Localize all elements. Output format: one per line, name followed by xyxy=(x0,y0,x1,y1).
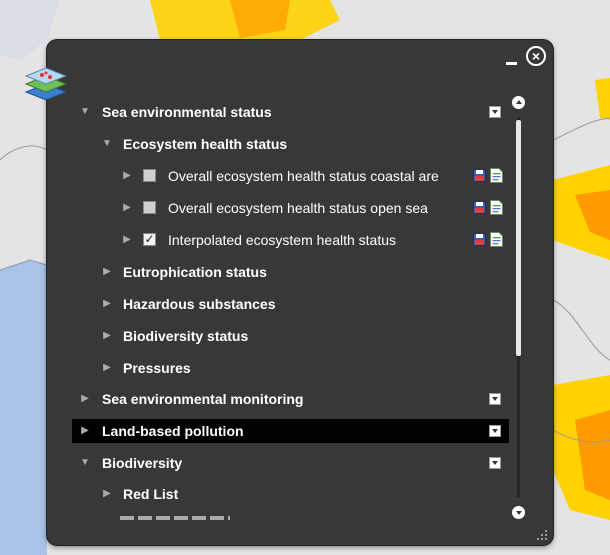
tree-node[interactable]: ▶ Hazardous substances xyxy=(72,292,509,316)
clipped-row xyxy=(120,516,230,520)
tree-node-label: Biodiversity status xyxy=(123,328,249,344)
collapsed-triangle-icon[interactable]: ▶ xyxy=(102,482,112,506)
tree-node[interactable]: ▶ Biodiversity status xyxy=(72,324,509,348)
tree-node-label: Red List xyxy=(123,486,179,502)
expanded-triangle-icon[interactable]: ▼ xyxy=(102,132,112,156)
tree-node-label: Eutrophication status xyxy=(123,264,267,280)
resize-grip-icon[interactable] xyxy=(536,529,548,541)
tree-node-label: Sea environmental monitoring xyxy=(102,391,304,407)
tree-node[interactable]: ▼ Sea environmental status xyxy=(72,100,509,124)
tree-node-label: Land-based pollution xyxy=(102,423,244,439)
collapsed-triangle-icon[interactable]: ▶ xyxy=(102,356,112,380)
tree-node-label: Ecosystem health status xyxy=(123,136,288,152)
close-icon[interactable]: × xyxy=(526,46,546,66)
tree-node[interactable]: ▶ Red List xyxy=(72,482,509,506)
collapsed-triangle-icon[interactable]: ▶ xyxy=(102,292,112,316)
scroll-up-icon[interactable] xyxy=(512,96,525,109)
tree-node-label: Pressures xyxy=(123,360,191,376)
tree-node[interactable]: ▼ Ecosystem health status xyxy=(72,132,509,156)
tree-node-label: Sea environmental status xyxy=(102,104,272,120)
tree-node[interactable]: ▶ ✓ Interpolated ecosystem health status xyxy=(72,228,509,252)
save-icon[interactable] xyxy=(473,169,486,182)
layer-checkbox[interactable]: ✓ xyxy=(143,233,156,246)
collapsed-triangle-icon[interactable]: ▶ xyxy=(102,324,112,348)
collapsed-triangle-icon[interactable]: ▶ xyxy=(122,164,132,188)
layer-checkbox[interactable] xyxy=(143,169,156,182)
tree-node-label: Interpolated ecosystem health status xyxy=(168,232,397,248)
tree-node[interactable]: ▶ Land-based pollution xyxy=(72,419,509,443)
document-icon[interactable] xyxy=(490,200,503,215)
tree-node-label: Overall ecosystem health status open sea xyxy=(168,200,428,216)
tree-node-label: Biodiversity xyxy=(102,455,183,471)
tree-node[interactable]: ▼ Biodiversity xyxy=(72,451,509,475)
dropdown-icon[interactable] xyxy=(489,393,501,405)
tree-node[interactable]: ▶ Overall ecosystem health status coastal… xyxy=(72,164,509,188)
minimize-icon[interactable] xyxy=(506,62,517,65)
collapsed-triangle-icon[interactable]: ▶ xyxy=(122,196,132,220)
document-icon[interactable] xyxy=(490,232,503,247)
expanded-triangle-icon[interactable]: ▼ xyxy=(80,451,90,475)
tree-node[interactable]: ▶ Eutrophication status xyxy=(72,260,509,284)
tree-node[interactable]: ▶ Sea environmental monitoring xyxy=(72,387,509,411)
dropdown-icon[interactable] xyxy=(489,106,501,118)
tree-node[interactable]: ▶ Overall ecosystem health status open se… xyxy=(72,196,509,220)
save-icon[interactable] xyxy=(473,201,486,214)
collapsed-triangle-icon[interactable]: ▶ xyxy=(122,228,132,252)
collapsed-triangle-icon[interactable]: ▶ xyxy=(80,387,90,411)
dropdown-icon[interactable] xyxy=(489,457,501,469)
tree-node-label: Hazardous substances xyxy=(123,296,276,312)
layer-checkbox[interactable] xyxy=(143,201,156,214)
document-icon[interactable] xyxy=(490,168,503,183)
collapsed-triangle-icon[interactable]: ▶ xyxy=(80,419,90,443)
save-icon[interactable] xyxy=(473,233,486,246)
layers-stack-icon[interactable] xyxy=(22,64,70,104)
dropdown-icon[interactable] xyxy=(489,425,501,437)
collapsed-triangle-icon[interactable]: ▶ xyxy=(102,260,112,284)
tree-node-label: Overall ecosystem health status coastal … xyxy=(168,168,439,184)
scrollbar-thumb[interactable] xyxy=(516,120,521,356)
scroll-down-icon[interactable] xyxy=(512,506,525,519)
tree-node[interactable]: ▶ Pressures xyxy=(72,356,509,380)
expanded-triangle-icon[interactable]: ▼ xyxy=(80,100,90,124)
